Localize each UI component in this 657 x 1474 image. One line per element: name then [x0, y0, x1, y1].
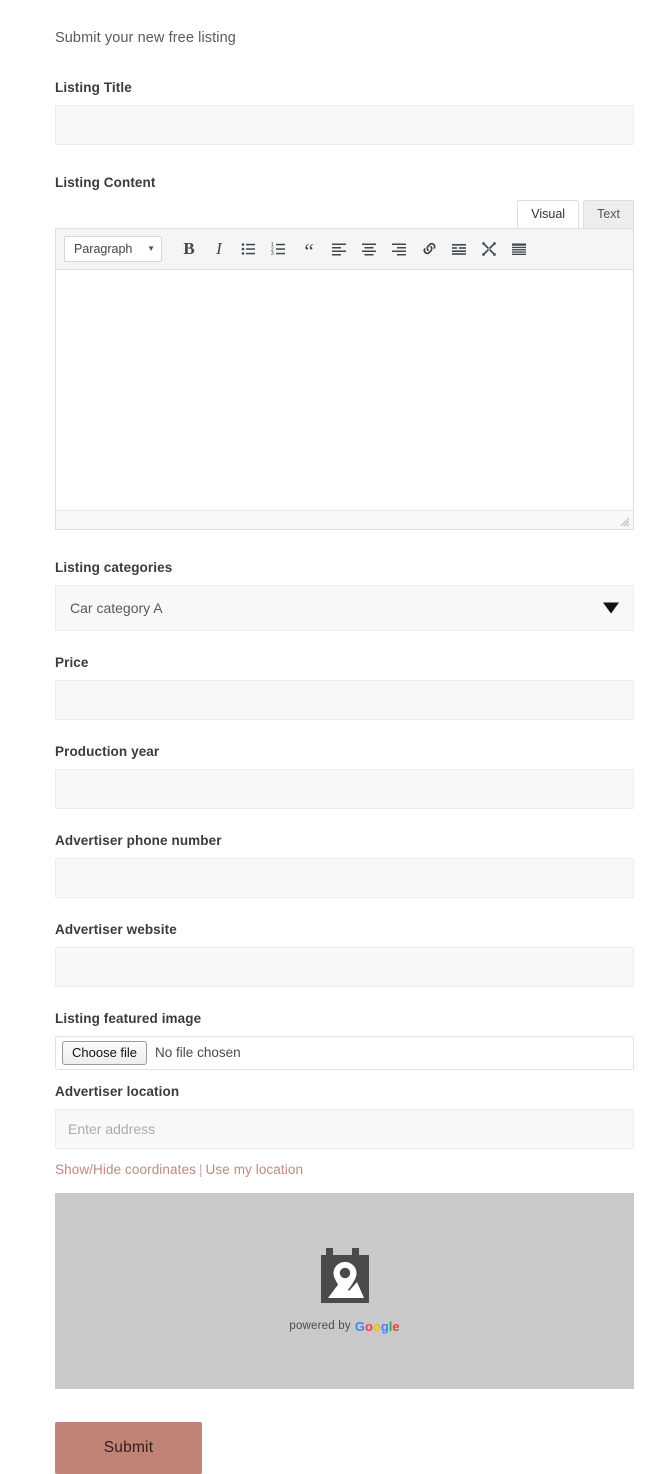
- use-my-location-link[interactable]: Use my location: [206, 1162, 304, 1177]
- field-advertiser-phone: Advertiser phone number: [55, 833, 634, 898]
- production-year-label: Production year: [55, 743, 160, 759]
- field-production-year: Production year: [55, 744, 634, 809]
- advertiser-phone-input[interactable]: [55, 857, 634, 898]
- featured-image-label: Listing featured image: [55, 1010, 202, 1026]
- bulleted-list-icon[interactable]: [234, 234, 264, 264]
- map-credit-prefix: powered by: [289, 1320, 351, 1333]
- svg-text:3: 3: [271, 251, 274, 257]
- show-hide-coordinates-link[interactable]: Show/Hide coordinates: [55, 1162, 196, 1177]
- listing-categories-label: Listing categories: [55, 559, 173, 575]
- featured-image-file-input[interactable]: Choose file No file chosen: [55, 1035, 634, 1070]
- listing-categories-select[interactable]: Car category A: [55, 584, 634, 631]
- form-intro-text: Submit your new free listing: [55, 30, 236, 46]
- read-more-icon[interactable]: [444, 234, 474, 264]
- toolbar-toggle-icon[interactable]: [504, 234, 534, 264]
- field-advertiser-location: Advertiser location Show/Hide coordinate…: [55, 1084, 634, 1389]
- file-status-text: No file chosen: [155, 1045, 241, 1061]
- advertiser-location-input[interactable]: [55, 1108, 634, 1149]
- advertiser-location-label: Advertiser location: [55, 1083, 180, 1099]
- editor-content-area[interactable]: [56, 269, 633, 510]
- field-listing-content: Listing Content Visual Text Paragraph ▼ …: [55, 175, 634, 530]
- editor-container: Paragraph ▼ B I 1 2 3 “: [55, 227, 634, 530]
- listing-content-label: Listing Content: [55, 174, 156, 190]
- format-select[interactable]: Paragraph ▼: [64, 235, 162, 262]
- blockquote-icon[interactable]: “: [294, 234, 324, 264]
- submit-button[interactable]: Submit: [55, 1421, 202, 1474]
- listing-form: Submit your new free listing Listing Tit…: [0, 0, 657, 1474]
- format-select-value: Paragraph: [74, 241, 133, 256]
- field-advertiser-website: Advertiser website: [55, 922, 634, 987]
- field-price: Price: [55, 655, 634, 720]
- field-listing-categories: Listing categories Car category A: [55, 560, 634, 631]
- map-credit: powered by Google: [289, 1319, 399, 1334]
- price-input[interactable]: [55, 679, 634, 720]
- editor-tab-bar: Visual Text: [55, 199, 634, 228]
- link-icon[interactable]: [414, 234, 444, 264]
- tab-visual[interactable]: Visual: [517, 199, 580, 228]
- google-logo: Google: [354, 1318, 400, 1334]
- numbered-list-icon[interactable]: 1 2 3: [264, 234, 294, 264]
- listing-submission-page: Submit your new free listing Listing Tit…: [0, 0, 657, 1474]
- advertiser-phone-label: Advertiser phone number: [55, 832, 222, 848]
- map-placeholder-icon: [320, 1247, 369, 1303]
- editor-status-bar: [56, 509, 633, 529]
- link-separator: |: [198, 1161, 203, 1177]
- map-preview[interactable]: powered by Google: [55, 1192, 634, 1389]
- editor-toolbar: Paragraph ▼ B I 1 2 3 “: [56, 228, 633, 270]
- tab-text[interactable]: Text: [583, 199, 634, 228]
- production-year-input[interactable]: [55, 768, 634, 809]
- chevron-down-icon: ▼: [147, 243, 155, 253]
- fullscreen-icon[interactable]: [474, 234, 504, 264]
- resize-handle-icon[interactable]: [618, 515, 630, 527]
- align-left-icon[interactable]: [324, 234, 354, 264]
- advertiser-website-label: Advertiser website: [55, 921, 177, 937]
- dropdown-arrow-icon: [603, 602, 619, 614]
- field-listing-title: Listing Title: [55, 80, 634, 145]
- choose-file-button[interactable]: Choose file: [62, 1040, 148, 1065]
- listing-title-input[interactable]: [55, 104, 634, 145]
- price-label: Price: [55, 654, 89, 670]
- field-featured-image: Listing featured image Choose file No fi…: [55, 1011, 634, 1070]
- advertiser-website-input[interactable]: [55, 946, 634, 987]
- location-action-links: Show/Hide coordinates | Use my location: [55, 1162, 634, 1177]
- listing-title-label: Listing Title: [55, 79, 132, 95]
- wysiwyg-editor: Visual Text Paragraph ▼ B I 1 2 3 “: [55, 199, 634, 530]
- italic-icon[interactable]: I: [204, 234, 234, 264]
- align-center-icon[interactable]: [354, 234, 384, 264]
- align-right-icon[interactable]: [384, 234, 414, 264]
- bold-icon[interactable]: B: [174, 234, 204, 264]
- listing-categories-value: Car category A: [70, 599, 163, 616]
